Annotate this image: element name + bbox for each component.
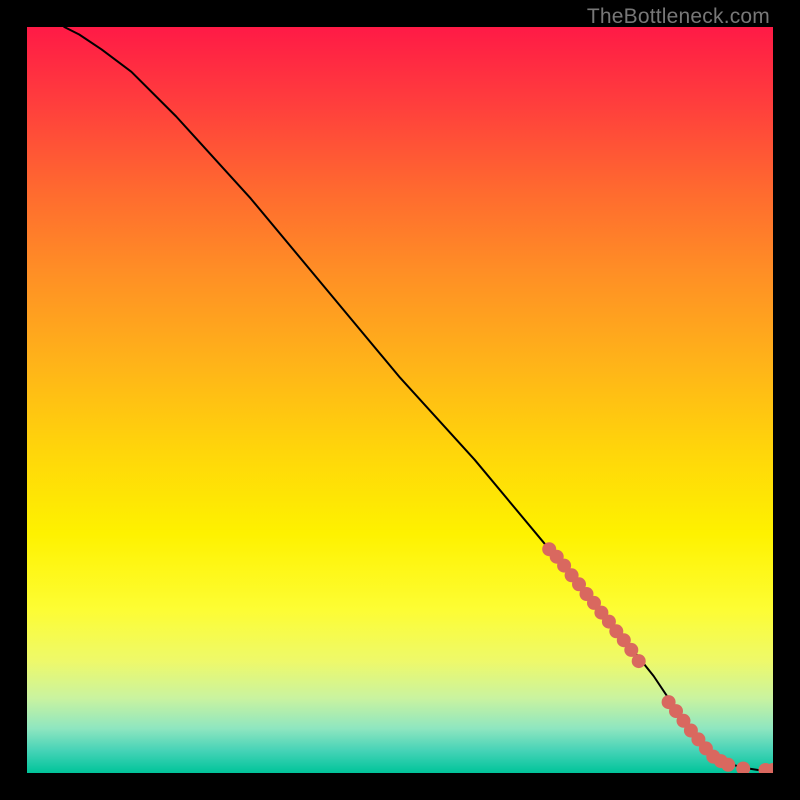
plot-area (27, 27, 773, 773)
watermark-text: TheBottleneck.com (587, 5, 770, 29)
chart-frame: TheBottleneck.com (0, 0, 800, 800)
highlighted-points-layer (27, 27, 773, 773)
data-point (632, 654, 646, 668)
data-point (736, 762, 750, 774)
data-point (721, 758, 735, 772)
